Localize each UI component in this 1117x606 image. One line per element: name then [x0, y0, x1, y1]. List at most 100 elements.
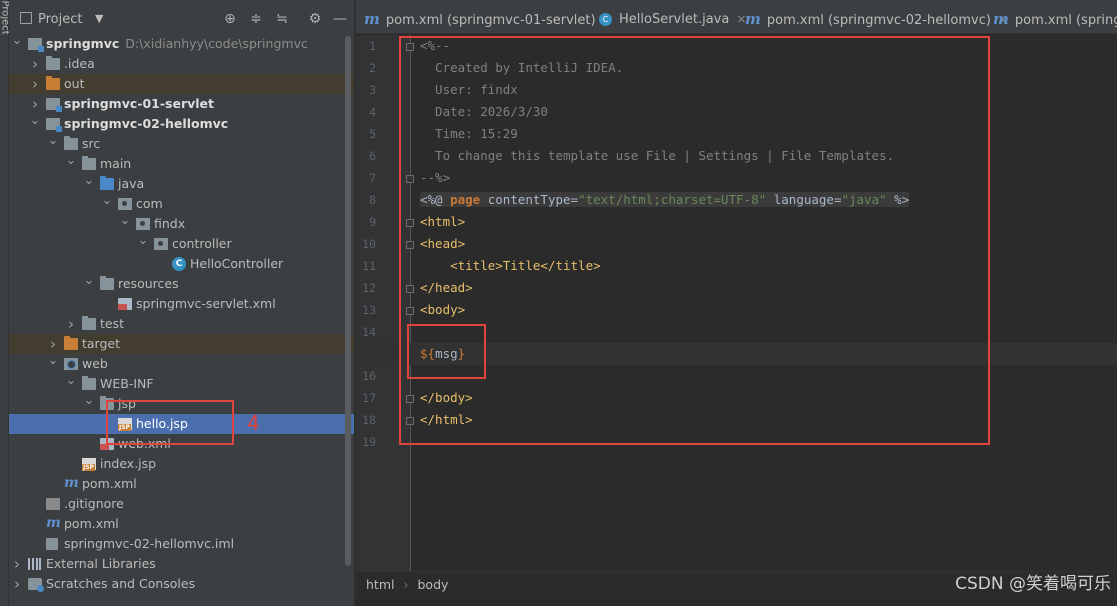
tree-item-text: pom.xml	[64, 516, 119, 531]
editor-tab[interactable]: m pom.xml (springmvc-	[993, 0, 1117, 34]
folder-icon	[64, 136, 78, 150]
tree-item[interactable]: C HelloController	[9, 254, 354, 274]
editor-tab[interactable]: m pom.xml (springmvc-02-hellomvc) ×	[745, 0, 1008, 34]
line-number: 5	[369, 127, 376, 141]
tree-item[interactable]: ⌄ web	[9, 351, 354, 374]
chevron-down-icon[interactable]: ⌄	[137, 231, 149, 251]
tree-item-label: springmvc-servlet.xml	[136, 294, 276, 314]
tree-item-label: web	[82, 354, 108, 374]
tree-item[interactable]: › test	[9, 314, 354, 334]
jsp-file-icon	[82, 458, 96, 471]
scratches-icon	[28, 578, 44, 592]
line-number: 8	[369, 193, 376, 207]
tree-item-label: com	[136, 194, 163, 214]
project-panel: Project ▼ ⊕ ≑ ≒ ⚙ — ⌄ springmvc D:\xidianh…	[9, 0, 354, 606]
tree-item[interactable]: springmvc-02-hellomvc.iml	[9, 534, 354, 554]
tree-item-text: springmvc	[46, 36, 120, 51]
tree-item[interactable]: ⌄ springmvc D:\xidianhyy\code\springmvc	[9, 31, 354, 54]
chevron-down-icon[interactable]: ⌄	[11, 31, 23, 51]
chevron-right-icon[interactable]: ›	[65, 314, 77, 334]
tree-item[interactable]: › Scratches and Consoles	[9, 574, 354, 594]
module-icon	[46, 118, 62, 132]
chevron-down-icon[interactable]: ⌄	[83, 171, 95, 191]
tree-item-text: web	[82, 356, 108, 371]
project-scrollbar[interactable]	[345, 36, 351, 566]
tree-item[interactable]: ⌄ main	[9, 151, 354, 174]
editor-tab[interactable]: mpom.xml (springmvc-01-servlet)×	[364, 0, 613, 34]
chevron-down-icon[interactable]: ▼	[95, 12, 103, 25]
tree-item-label: springmvc-02-hellomvc.iml	[64, 534, 234, 554]
tree-item-text: test	[100, 316, 125, 331]
tree-item[interactable]: springmvc-servlet.xml	[9, 294, 354, 314]
tree-item[interactable]: m pom.xml	[9, 474, 354, 494]
tree-item-text: springmvc-servlet.xml	[136, 296, 276, 311]
tree-item[interactable]: › .idea	[9, 54, 354, 74]
breadcrumb-item[interactable]: body	[417, 577, 448, 592]
chevron-down-icon[interactable]: ⌄	[29, 111, 41, 131]
tree-item-text: WEB-INF	[100, 376, 154, 391]
folder-icon	[82, 156, 96, 170]
chevron-down-icon[interactable]: ⌄	[65, 371, 77, 391]
tree-item[interactable]: › target	[9, 334, 354, 354]
tool-window-strip: Project	[0, 0, 11, 606]
chevron-down-icon[interactable]: ⌄	[47, 131, 59, 151]
editor-tab[interactable]: C HelloServlet.java ×	[599, 0, 746, 34]
settings-icon[interactable]: ⚙	[306, 10, 324, 28]
tree-item[interactable]: ⌄ resources	[9, 271, 354, 294]
tree-item-label: controller	[172, 234, 232, 254]
tree-item-label: Scratches and Consoles	[46, 574, 195, 594]
chevron-right-icon[interactable]: ›	[29, 54, 41, 74]
tree-item[interactable]: .gitignore	[9, 494, 354, 514]
breadcrumb-item[interactable]: html	[366, 577, 394, 592]
module-icon	[46, 98, 62, 112]
chevron-down-icon[interactable]: ⌄	[83, 391, 95, 411]
tree-item[interactable]: ⌄ controller	[9, 231, 354, 254]
minimize-icon[interactable]: —	[331, 10, 349, 28]
tree-item[interactable]: m pom.xml	[9, 514, 354, 534]
tree-item[interactable]: ⌄ java	[9, 171, 354, 194]
tree-item-label: WEB-INF	[100, 374, 154, 394]
tree-item[interactable]: ⌄ findx	[9, 211, 354, 234]
chevron-down-icon[interactable]: ⌄	[101, 191, 113, 211]
chevron-right-icon[interactable]: ›	[11, 574, 23, 594]
maven-icon: m	[364, 10, 380, 28]
project-icon	[20, 12, 32, 24]
locate-icon[interactable]: ⊕	[221, 10, 239, 28]
line-number: 17	[362, 391, 376, 405]
editor-area: mpom.xml (springmvc-01-servlet)×CHelloSe…	[355, 0, 1117, 606]
tree-item-label: springmvc-01-servlet	[64, 94, 214, 114]
line-number: 9	[369, 215, 376, 229]
annotation-number: 4	[247, 411, 260, 435]
tree-item-label: pom.xml	[82, 474, 137, 494]
tree-item[interactable]: ⌄ WEB-INF	[9, 371, 354, 394]
line-number: 1	[369, 39, 376, 53]
chevron-down-icon[interactable]: ⌄	[83, 271, 95, 291]
collapse-all-icon[interactable]: ≒	[273, 10, 291, 28]
tree-item[interactable]: ⌄ springmvc-02-hellomvc	[9, 111, 354, 134]
editor-tab-label: pom.xml (springmvc-	[1014, 13, 1117, 28]
tree-item-label: pom.xml	[64, 514, 119, 534]
tree-item-text: .idea	[64, 56, 95, 71]
tree-item-text: target	[82, 336, 121, 351]
chevron-right-icon[interactable]: ›	[11, 554, 23, 574]
expand-all-icon[interactable]: ≑	[247, 10, 265, 28]
maven-icon: m	[745, 10, 761, 28]
tree-item-label: src	[82, 134, 100, 154]
tree-item-text: Scratches and Consoles	[46, 576, 196, 591]
tree-item[interactable]: › springmvc-01-servlet	[9, 94, 354, 114]
chevron-down-icon[interactable]: ⌄	[119, 211, 131, 231]
annotation-box-code	[399, 36, 990, 445]
tree-item[interactable]: ⌄ com	[9, 191, 354, 214]
chevron-right-icon[interactable]: ›	[29, 74, 41, 94]
tree-item[interactable]: › out	[9, 74, 354, 94]
chevron-down-icon[interactable]: ⌄	[47, 351, 59, 371]
tree-item[interactable]: index.jsp	[9, 454, 354, 474]
package-icon	[154, 238, 168, 250]
chevron-down-icon[interactable]: ⌄	[65, 151, 77, 171]
tree-item[interactable]: › External Libraries	[9, 554, 354, 574]
project-panel-title: Project	[38, 12, 83, 27]
tree-item-label: java	[118, 174, 144, 194]
tree-item[interactable]: ⌄ src	[9, 131, 354, 154]
iml-file-icon	[46, 538, 58, 550]
project-view-selector[interactable]: Project	[20, 12, 82, 27]
